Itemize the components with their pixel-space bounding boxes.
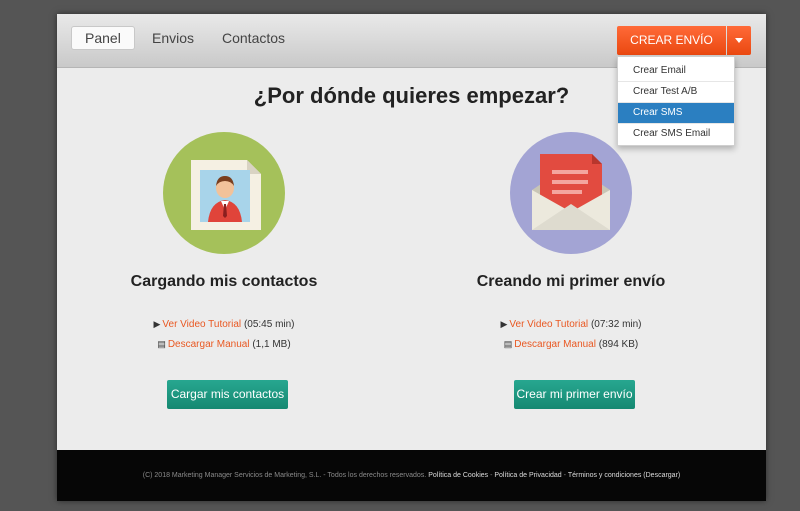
app-window: Panel Envios Contactos CREAR ENVÍO Crear… — [57, 14, 766, 501]
document-icon: ▤ — [503, 339, 513, 349]
play-circle-icon: ▶ — [153, 319, 161, 329]
create-send-dropdown-toggle[interactable] — [727, 26, 751, 55]
create-send-button[interactable]: CREAR ENVÍO — [617, 26, 726, 55]
send-video-duration: (07:32 min) — [590, 319, 642, 330]
nav-tab-panel[interactable]: Panel — [71, 26, 135, 50]
play-circle-icon: ▶ — [500, 319, 508, 329]
first-send-section: Creando mi primer envío ▶ Ver Video Tutor… — [441, 132, 701, 354]
footer-privacy-link[interactable]: Política de Privacidad — [494, 472, 561, 479]
send-manual-size: (894 KB) — [598, 339, 639, 350]
menu-item-crear-email[interactable]: Crear Email — [618, 61, 734, 82]
footer-copyright: (C) 2018 Marketing Manager Servicios de … — [142, 472, 427, 479]
send-video-tutorial-link[interactable]: Ver Video Tutorial — [509, 319, 588, 330]
first-send-section-title: Creando mi primer envío — [476, 273, 666, 290]
contacts-video-tutorial-link[interactable]: Ver Video Tutorial — [162, 319, 241, 330]
footer-cookies-link[interactable]: Política de Cookies — [428, 472, 488, 479]
contacts-manual-size: (1,1 MB) — [252, 339, 291, 350]
create-send-menu: Crear Email Crear Test A/B Crear SMS Cre… — [617, 56, 735, 146]
contacts-download-manual-link[interactable]: Descargar Manual — [168, 339, 250, 350]
contacts-video-duration: (05:45 min) — [243, 319, 295, 330]
contacts-section-title: Cargando mis contactos — [130, 273, 318, 290]
create-first-send-button[interactable]: Crear mi primer envío — [514, 380, 635, 409]
envelope-letter-icon — [510, 132, 632, 254]
menu-item-crear-test-ab[interactable]: Crear Test A/B — [618, 82, 734, 103]
footer: (C) 2018 Marketing Manager Servicios de … — [57, 450, 766, 501]
menu-item-crear-sms[interactable]: Crear SMS — [618, 103, 734, 124]
nav-tab-envios[interactable]: Envios — [152, 27, 194, 49]
contact-card-icon — [163, 132, 285, 254]
send-download-manual-link[interactable]: Descargar Manual — [514, 339, 596, 350]
menu-item-crear-sms-email[interactable]: Crear SMS Email — [618, 124, 734, 144]
nav-tab-contactos[interactable]: Contactos — [222, 27, 285, 49]
upload-contacts-button[interactable]: Cargar mis contactos — [167, 380, 288, 409]
footer-terms-link[interactable]: Términos y condiciones (Descargar) — [568, 472, 680, 479]
contacts-section: Cargando mis contactos ▶ Ver Video Tutori… — [94, 132, 354, 354]
document-icon: ▤ — [157, 339, 166, 349]
